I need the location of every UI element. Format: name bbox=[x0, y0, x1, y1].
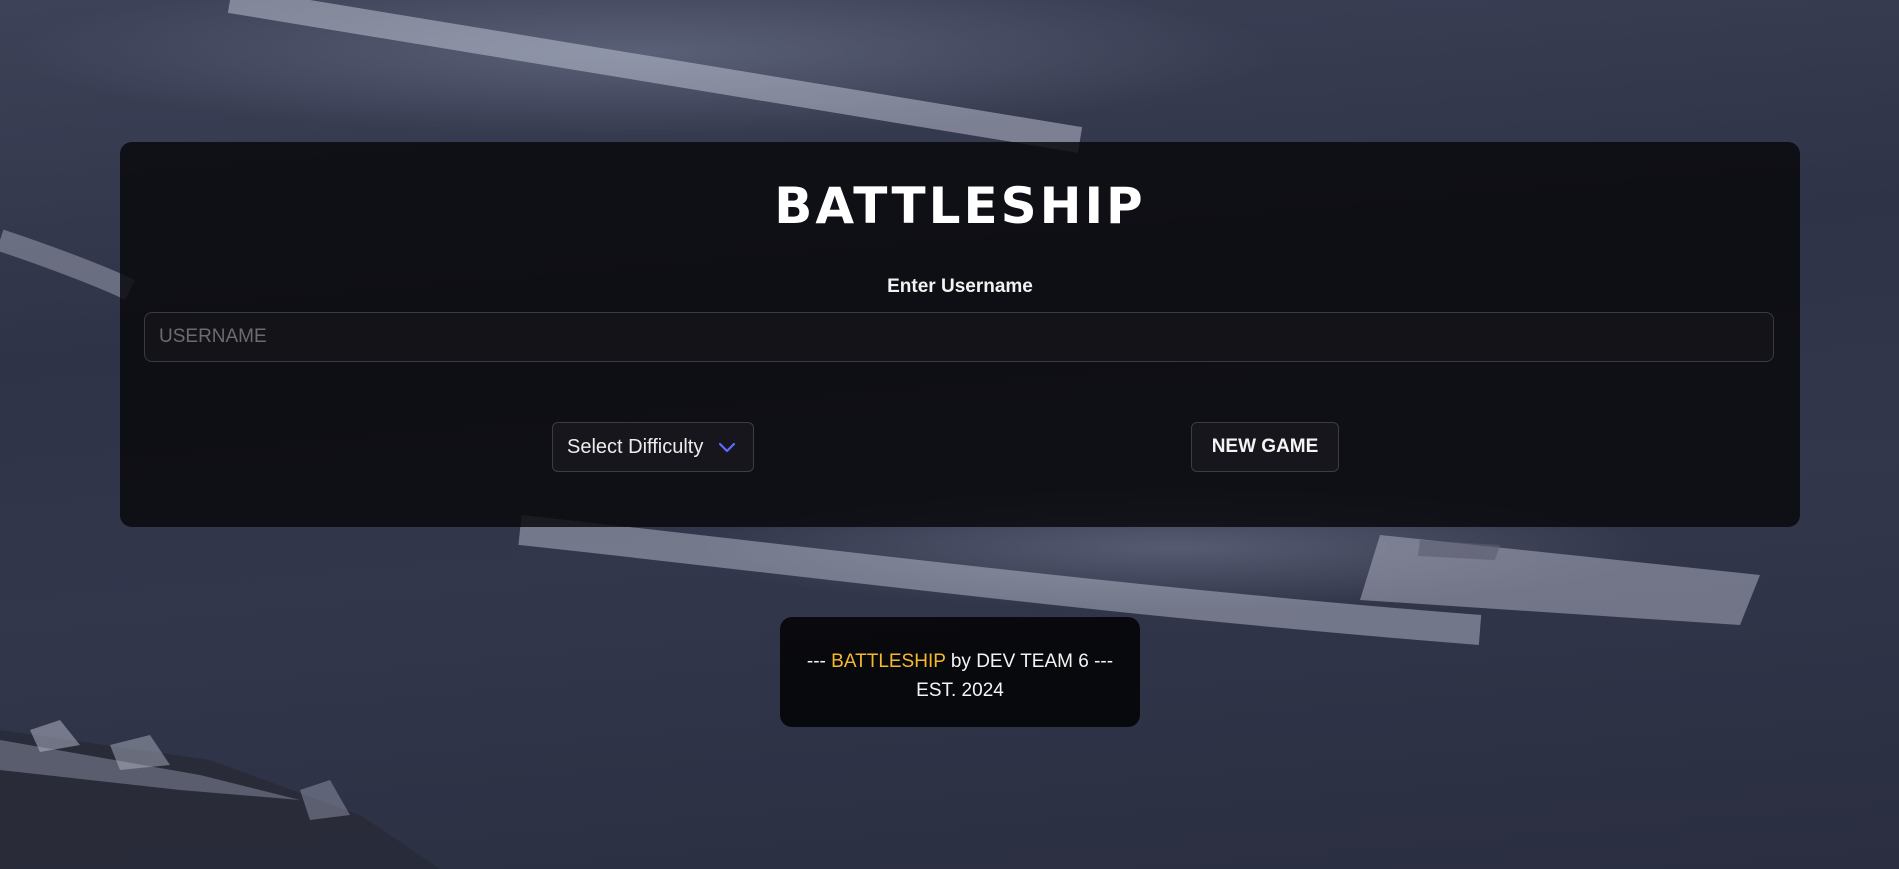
footer-byline: by DEV TEAM 6 --- bbox=[950, 651, 1114, 672]
footer-prefix: --- bbox=[806, 651, 826, 672]
start-panel: BATTLESHIP Enter Username Select Difficu… bbox=[120, 142, 1800, 527]
footer-brand: BATTLESHIP bbox=[831, 651, 946, 672]
chevron-down-icon bbox=[717, 437, 737, 457]
footer-established: EST. 2024 bbox=[916, 680, 1004, 701]
difficulty-select[interactable]: Select Difficulty bbox=[552, 422, 754, 472]
new-game-button[interactable]: NEW GAME bbox=[1191, 422, 1339, 472]
username-input[interactable] bbox=[144, 312, 1774, 362]
footer-credits: --- BATTLESHIP by DEV TEAM 6 --- EST. 20… bbox=[780, 617, 1140, 727]
username-label: Enter Username bbox=[887, 276, 1033, 297]
footer-line-1: --- BATTLESHIP by DEV TEAM 6 --- bbox=[780, 647, 1140, 676]
difficulty-select-label: Select Difficulty bbox=[567, 435, 704, 458]
page-title: BATTLESHIP bbox=[774, 177, 1146, 235]
